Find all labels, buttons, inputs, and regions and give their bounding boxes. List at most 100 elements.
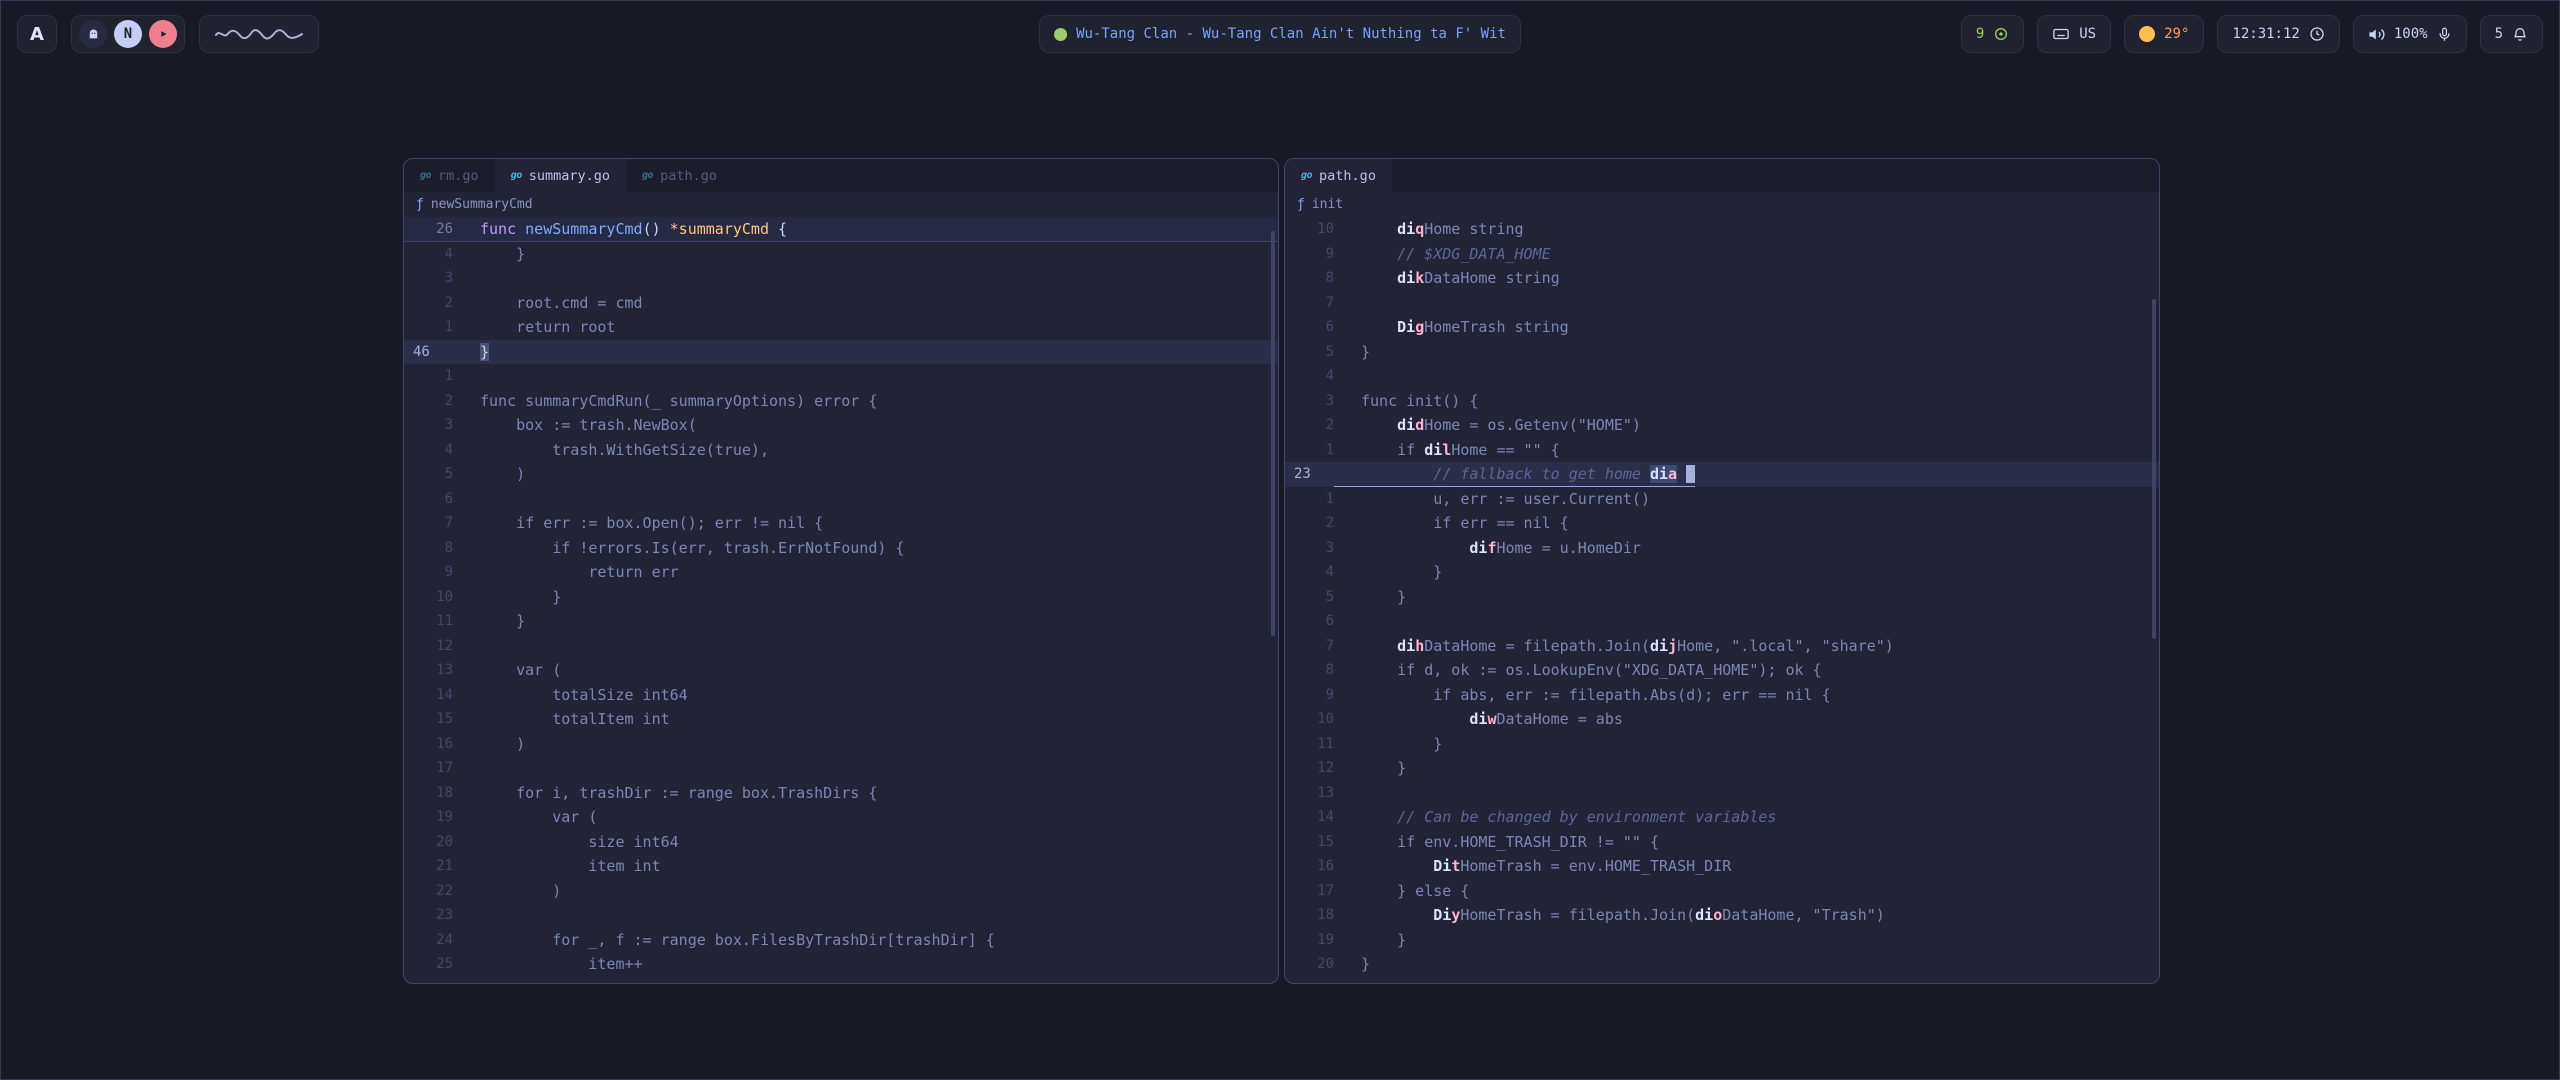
- code-line[interactable]: 19 var (: [404, 805, 1278, 830]
- code-text: if err == nil {: [1334, 511, 1569, 536]
- code-line[interactable]: 20}: [1285, 952, 2159, 977]
- code-line[interactable]: 18 DiyHomeTrash = filepath.Join(dioDataH…: [1285, 903, 2159, 928]
- code-line[interactable]: 3: [404, 266, 1278, 291]
- code-line[interactable]: 18 for i, trashDir := range box.TrashDir…: [404, 781, 1278, 806]
- context-line[interactable]: 26func newSummaryCmd() *summaryCmd {: [404, 217, 1278, 242]
- code-token: u, err := user.Current(): [1361, 490, 1650, 508]
- code-line[interactable]: 13 var (: [404, 658, 1278, 683]
- volume-widget[interactable]: 100%: [2353, 15, 2467, 53]
- tab-path.go[interactable]: gopath.go: [1285, 159, 1392, 192]
- code-line[interactable]: 10 }: [404, 585, 1278, 610]
- active-window-title[interactable]: [199, 15, 319, 53]
- workspace-browser-button[interactable]: [79, 20, 107, 48]
- workspace-music-button[interactable]: [149, 20, 177, 48]
- code-line[interactable]: 19 }: [1285, 928, 2159, 953]
- code-line[interactable]: 5 }: [1285, 585, 2159, 610]
- code-text: }: [1334, 952, 1370, 977]
- code-text: }: [453, 585, 561, 610]
- code-line[interactable]: 11 }: [1285, 732, 2159, 757]
- code-line[interactable]: 21 item int: [404, 854, 1278, 879]
- workspace-editor-button[interactable]: N: [114, 20, 142, 48]
- line-number: 9: [1285, 242, 1334, 267]
- code-line[interactable]: 8 if !errors.Is(err, trash.ErrNotFound) …: [404, 536, 1278, 561]
- code-token: di: [1397, 637, 1415, 655]
- scrollbar-left[interactable]: [1271, 231, 1275, 636]
- updates-widget[interactable]: 9: [1961, 15, 2024, 53]
- line-number: 5: [1285, 585, 1334, 610]
- code-line[interactable]: 4 }: [1285, 560, 2159, 585]
- code-area-left[interactable]: 26func newSummaryCmd() *summaryCmd { 4 }…: [404, 217, 1278, 977]
- code-line[interactable]: 15 totalItem int: [404, 707, 1278, 732]
- code-token: box := trash.NewBox(: [480, 416, 697, 434]
- clock-widget[interactable]: 12:31:12: [2217, 15, 2339, 53]
- code-line[interactable]: 4 }: [404, 242, 1278, 267]
- code-line[interactable]: 5 ): [404, 462, 1278, 487]
- code-token: di: [1695, 906, 1713, 924]
- code-line[interactable]: 2 didHome = os.Getenv("HOME"): [1285, 413, 2159, 438]
- code-line[interactable]: 13: [1285, 781, 2159, 806]
- code-line[interactable]: 2func summaryCmdRun(_ summaryOptions) er…: [404, 389, 1278, 414]
- cursor-line[interactable]: 23 // fallback to get home dia: [1285, 462, 2159, 487]
- code-text: item++: [453, 952, 643, 977]
- code-line[interactable]: 1 u, err := user.Current(): [1285, 487, 2159, 512]
- scrollbar-right[interactable]: [2152, 299, 2156, 639]
- cursor-line[interactable]: 46}: [404, 340, 1278, 365]
- editor-window-left[interactable]: gorm.gogosummary.gogopath.go ƒ newSummar…: [403, 158, 1279, 984]
- code-line[interactable]: 7 dihDataHome = filepath.Join(dijHome, "…: [1285, 634, 2159, 659]
- code-line[interactable]: 11 }: [404, 609, 1278, 634]
- line-number: 16: [404, 732, 453, 757]
- code-token: [1361, 220, 1397, 238]
- code-line[interactable]: 22 ): [404, 879, 1278, 904]
- code-line[interactable]: 6 DigHomeTrash string: [1285, 315, 2159, 340]
- code-text: if err := box.Open(); err != nil {: [453, 511, 823, 536]
- media-player-widget[interactable]: Wu-Tang Clan - Wu-Tang Clan Ain't Nuthin…: [1039, 15, 1521, 53]
- code-line[interactable]: 14 totalSize int64: [404, 683, 1278, 708]
- code-line[interactable]: 17: [404, 756, 1278, 781]
- tab-path.go[interactable]: gopath.go: [626, 159, 733, 192]
- code-line[interactable]: 5}: [1285, 340, 2159, 365]
- code-line[interactable]: 6: [1285, 609, 2159, 634]
- weather-widget[interactable]: 29°: [2124, 15, 2204, 53]
- code-line[interactable]: 12 }: [1285, 756, 2159, 781]
- code-line[interactable]: 8 if d, ok := os.LookupEnv("XDG_DATA_HOM…: [1285, 658, 2159, 683]
- code-line[interactable]: 3 box := trash.NewBox(: [404, 413, 1278, 438]
- code-line[interactable]: 2 if err == nil {: [1285, 511, 2159, 536]
- now-playing-title: Wu-Tang Clan - Wu-Tang Clan Ain't Nuthin…: [1076, 26, 1506, 42]
- editor-window-right[interactable]: gopath.go ƒ init 10 diqHome string9 // $…: [1284, 158, 2160, 984]
- code-line[interactable]: 23: [404, 903, 1278, 928]
- code-area-right[interactable]: 10 diqHome string9 // $XDG_DATA_HOME8 di…: [1285, 217, 2159, 977]
- code-line[interactable]: 1: [404, 364, 1278, 389]
- code-line[interactable]: 9 if abs, err := filepath.Abs(d); err ==…: [1285, 683, 2159, 708]
- code-line[interactable]: 7: [1285, 291, 2159, 316]
- launcher-button[interactable]: A: [17, 15, 57, 53]
- code-line[interactable]: 3 difHome = u.HomeDir: [1285, 536, 2159, 561]
- code-line[interactable]: 8 dikDataHome string: [1285, 266, 2159, 291]
- code-line[interactable]: 4 trash.WithGetSize(true),: [404, 438, 1278, 463]
- tab-summary.go[interactable]: gosummary.go: [495, 159, 626, 192]
- temperature-label: 29°: [2164, 26, 2189, 42]
- code-line[interactable]: 24 for _, f := range box.FilesByTrashDir…: [404, 928, 1278, 953]
- code-line[interactable]: 16 ): [404, 732, 1278, 757]
- code-line[interactable]: 17 } else {: [1285, 879, 2159, 904]
- code-line[interactable]: 10 diwDataHome = abs: [1285, 707, 2159, 732]
- code-line[interactable]: 9 return err: [404, 560, 1278, 585]
- line-number: 2: [404, 389, 453, 414]
- code-line[interactable]: 14 // Can be changed by environment vari…: [1285, 805, 2159, 830]
- keyboard-layout-widget[interactable]: US: [2037, 15, 2111, 53]
- code-line[interactable]: 16 DitHomeTrash = env.HOME_TRASH_DIR: [1285, 854, 2159, 879]
- code-line[interactable]: 1 return root: [404, 315, 1278, 340]
- code-line[interactable]: 3func init() {: [1285, 389, 2159, 414]
- code-line[interactable]: 12: [404, 634, 1278, 659]
- code-line[interactable]: 20 size int64: [404, 830, 1278, 855]
- code-line[interactable]: 1 if dilHome == "" {: [1285, 438, 2159, 463]
- code-line[interactable]: 15 if env.HOME_TRASH_DIR != "" {: [1285, 830, 2159, 855]
- code-line[interactable]: 25 item++: [404, 952, 1278, 977]
- code-line[interactable]: 10 diqHome string: [1285, 217, 2159, 242]
- code-line[interactable]: 6: [404, 487, 1278, 512]
- notifications-widget[interactable]: 5: [2480, 15, 2543, 53]
- tab-rm.go[interactable]: gorm.go: [404, 159, 495, 192]
- code-line[interactable]: 7 if err := box.Open(); err != nil {: [404, 511, 1278, 536]
- code-line[interactable]: 4: [1285, 364, 2159, 389]
- code-line[interactable]: 2 root.cmd = cmd: [404, 291, 1278, 316]
- code-line[interactable]: 9 // $XDG_DATA_HOME: [1285, 242, 2159, 267]
